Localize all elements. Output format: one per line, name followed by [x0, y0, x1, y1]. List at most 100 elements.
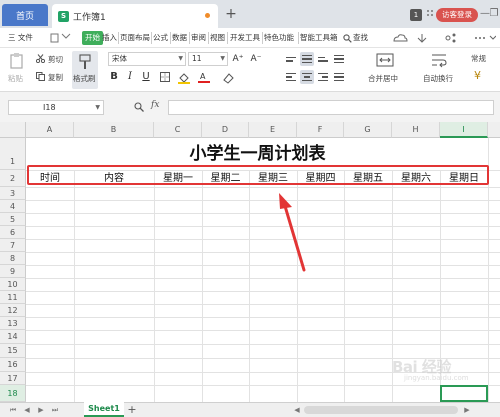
row-header-1[interactable]: 1 — [0, 138, 26, 170]
row-header-11[interactable]: 11 — [0, 291, 26, 304]
number-format-select[interactable]: 常规 — [471, 53, 486, 64]
row-header-10[interactable]: 10 — [0, 278, 26, 291]
column-header-h[interactable]: H — [392, 122, 440, 138]
underline-button[interactable]: U — [140, 70, 152, 84]
row-header-4[interactable]: 4 — [0, 200, 26, 213]
cell-reference: I18 — [43, 103, 56, 112]
column-header-i[interactable]: I — [440, 122, 488, 138]
function-fx-button[interactable]: fx — [151, 100, 159, 110]
row-header-12[interactable]: 12 — [0, 304, 26, 317]
font-name-select[interactable]: 宋体 ▼ — [108, 52, 186, 66]
italic-button[interactable]: I — [124, 70, 136, 84]
font-grow-button[interactable]: A⁺ — [232, 52, 244, 66]
new-tab-button[interactable]: + — [224, 6, 238, 22]
align-bottom-icon[interactable] — [316, 52, 330, 66]
paste-button[interactable]: 粘贴 — [8, 73, 23, 84]
bold-button[interactable]: B — [108, 70, 120, 84]
prev-sheet-icon[interactable]: ◀ — [22, 405, 32, 415]
home-tab[interactable]: 首页 — [2, 4, 48, 26]
wrap-text-button[interactable]: 自动换行 — [423, 73, 453, 84]
column-header-d[interactable]: D — [202, 122, 249, 138]
align-middle-icon[interactable] — [300, 52, 314, 66]
scroll-left-icon[interactable]: ◀ — [292, 405, 302, 415]
format-painter-button[interactable]: 格式刷 — [72, 51, 98, 89]
menu-page-layout[interactable]: 页面布局 — [120, 31, 150, 45]
align-center-icon[interactable] — [300, 70, 314, 84]
row-header-17[interactable]: 17 — [0, 372, 26, 385]
row-header-14[interactable]: 14 — [0, 330, 26, 344]
cut-button[interactable]: 剪切 — [48, 54, 63, 65]
row-header-6[interactable]: 6 — [0, 226, 26, 239]
menu-developer[interactable]: 开发工具 — [230, 31, 260, 45]
row-header-3[interactable]: 3 — [0, 187, 26, 200]
justify-icon[interactable] — [332, 70, 346, 84]
row-header-5[interactable]: 5 — [0, 213, 26, 226]
menu-special-features[interactable]: 特色功能 — [264, 31, 294, 45]
scroll-right-icon[interactable]: ▶ — [462, 405, 472, 415]
column-header-overflow — [488, 122, 500, 138]
row-header-13[interactable]: 13 — [0, 317, 26, 330]
menu-insert[interactable]: 插入 — [102, 31, 117, 45]
menu-formula[interactable]: 公式 — [153, 31, 168, 45]
merge-center-button[interactable]: 合并居中 — [368, 73, 398, 84]
border-icon[interactable] — [160, 72, 170, 82]
restore-icon[interactable]: ❐ — [489, 8, 499, 20]
column-header-e[interactable]: E — [249, 122, 297, 138]
horizontal-scrollbar[interactable] — [304, 406, 458, 414]
align-right-icon[interactable] — [316, 70, 330, 84]
cloud-share-icons[interactable] — [392, 32, 497, 44]
menu-start[interactable]: 开始 — [82, 31, 103, 45]
chevron-down-icon: ▼ — [95, 104, 100, 111]
align-left-icon[interactable] — [284, 70, 298, 84]
clear-format-icon[interactable] — [222, 72, 234, 84]
font-name-value: 宋体 — [112, 54, 127, 63]
row-header-7[interactable]: 7 — [0, 239, 26, 252]
sheet-tab-sheet1[interactable]: Sheet1 — [84, 402, 124, 417]
formula-input[interactable] — [168, 100, 494, 115]
paste-icon[interactable] — [8, 52, 26, 70]
row-header-9[interactable]: 9 — [0, 265, 26, 278]
orientation-icon[interactable] — [332, 52, 346, 66]
select-all-corner[interactable] — [0, 122, 26, 138]
menu-smart-toolbox[interactable]: 智能工具箱 — [300, 31, 338, 45]
menu-separator — [208, 32, 209, 44]
menu-data[interactable]: 数据 — [172, 31, 187, 45]
gridline — [26, 213, 500, 214]
currency-icon[interactable]: ¥ — [474, 69, 492, 83]
row-header-15[interactable]: 15 — [0, 344, 26, 358]
file-menu[interactable]: 三 文件 — [8, 31, 33, 45]
row-header-8[interactable]: 8 — [0, 252, 26, 265]
align-top-icon[interactable] — [284, 52, 298, 66]
menu-view[interactable]: 视图 — [210, 31, 225, 45]
fill-color-icon[interactable] — [178, 72, 190, 84]
font-color-icon[interactable]: A — [198, 71, 210, 83]
last-sheet-icon[interactable]: ⏭ — [50, 405, 60, 415]
visitor-login-button[interactable]: 访客登录 — [436, 8, 478, 22]
gridline — [26, 265, 500, 266]
zoom-search-icon[interactable] — [134, 102, 144, 112]
column-header-g[interactable]: G — [344, 122, 392, 138]
first-sheet-icon[interactable]: ⏮ — [8, 405, 18, 415]
quick-access-icons[interactable] — [50, 32, 72, 44]
column-header-f[interactable]: F — [297, 122, 344, 138]
document-tab[interactable]: S 工作簿1 — [52, 4, 218, 28]
row-header-2[interactable]: 2 — [0, 170, 26, 187]
add-sheet-button[interactable]: + — [126, 403, 138, 417]
row-header-18[interactable]: 18 — [0, 385, 26, 402]
search-icon[interactable] — [343, 34, 352, 43]
column-header-c[interactable]: C — [154, 122, 202, 138]
search-label[interactable]: 查找 — [353, 31, 368, 45]
next-sheet-icon[interactable]: ▶ — [36, 405, 46, 415]
font-shrink-button[interactable]: A⁻ — [250, 52, 262, 66]
font-size-select[interactable]: 11 ▼ — [188, 52, 228, 66]
menu-review[interactable]: 审阅 — [191, 31, 206, 45]
minimize-icon[interactable]: — — [480, 8, 490, 20]
column-header-b[interactable]: B — [74, 122, 154, 138]
copy-button[interactable]: 复制 — [48, 72, 63, 83]
cell-name-box[interactable]: I18 ▼ — [8, 100, 104, 115]
column-header-a[interactable]: A — [26, 122, 74, 138]
row-header-16[interactable]: 16 — [0, 358, 26, 372]
window-count-badge[interactable]: 1 — [410, 9, 422, 21]
active-cell-i18[interactable] — [440, 385, 488, 402]
grid-menu-icon[interactable] — [426, 9, 434, 19]
